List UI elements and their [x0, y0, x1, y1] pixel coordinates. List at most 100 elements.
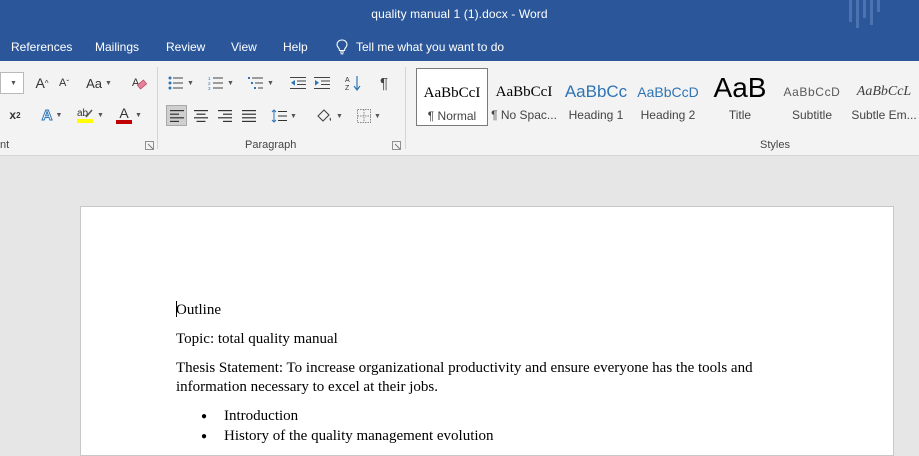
- tab-review[interactable]: Review: [166, 40, 205, 54]
- ribbon-tabs: References Mailings Review View Help Tel…: [0, 32, 919, 61]
- paragraph-group-label: Paragraph: [245, 139, 297, 151]
- doc-thesis[interactable]: Thesis Statement: To increase organizati…: [176, 359, 816, 397]
- highlight-color-button[interactable]: ab ▼: [74, 104, 106, 126]
- document-page[interactable]: Outline Topic: total quality manual Thes…: [80, 206, 894, 456]
- document-body[interactable]: Outline Topic: total quality manual Thes…: [176, 301, 816, 447]
- style-preview: AaBbCcD: [783, 85, 841, 99]
- caret-down-small-icon: ˇ: [66, 78, 69, 88]
- numbering-button[interactable]: 1 2 3 ▼: [204, 72, 238, 94]
- chevron-down-icon: ▼: [135, 111, 142, 119]
- clear-formatting-button[interactable]: A: [128, 72, 150, 94]
- change-case-button[interactable]: Aa ▼: [82, 72, 116, 94]
- chevron-down-icon: ▼: [267, 79, 274, 87]
- font-color-swatch: [116, 120, 133, 124]
- font-size-dropdown[interactable]: ▼: [0, 72, 24, 94]
- superscript-label: x: [9, 108, 17, 122]
- numbered-list-icon: 1 2 3: [208, 76, 224, 90]
- bullets-button[interactable]: ▼: [166, 72, 196, 94]
- decrease-indent-button[interactable]: [287, 72, 309, 94]
- style-normal[interactable]: AaBbCcI ¶ Normal: [416, 68, 488, 126]
- sort-icon: A Z: [345, 76, 361, 92]
- text-effects-button[interactable]: A ▼: [36, 104, 68, 126]
- grow-font-label: A: [35, 75, 45, 91]
- multilevel-list-icon: [248, 77, 264, 89]
- justify-icon: [241, 110, 256, 122]
- style-name: Subtitle: [791, 108, 833, 122]
- tab-view[interactable]: View: [231, 40, 257, 54]
- styles-gallery: AaBbCcI ¶ Normal AaBbCcI ¶ No Spac... Aa…: [414, 68, 919, 128]
- font-group-label: nt: [0, 139, 10, 151]
- list-item[interactable]: History of the quality management evolut…: [201, 427, 816, 446]
- align-left-icon: [169, 109, 184, 122]
- chevron-down-icon: ▼: [10, 79, 17, 87]
- style-subtitle[interactable]: AaBbCcD Subtitle: [776, 68, 848, 126]
- style-name: Title: [728, 108, 752, 122]
- eraser-icon: A: [132, 77, 147, 90]
- style-preview: AaBbCcI: [495, 84, 553, 100]
- doc-topic[interactable]: Topic: total quality manual: [176, 330, 816, 349]
- style-title[interactable]: AaB Title: [704, 68, 776, 126]
- style-preview: AaBbCc: [564, 82, 628, 101]
- lightbulb-icon: [336, 39, 348, 55]
- line-spacing-button[interactable]: ▼: [268, 105, 300, 127]
- styles-group-label: Styles: [760, 139, 790, 151]
- align-right-icon: [217, 110, 232, 122]
- tab-help[interactable]: Help: [283, 40, 308, 54]
- font-color-label: A: [119, 105, 129, 121]
- font-color-icon: A: [116, 105, 133, 124]
- align-center-button[interactable]: [190, 105, 211, 127]
- style-heading-2[interactable]: AaBbCcD Heading 2: [632, 68, 704, 126]
- style-preview: AaBbCcL: [856, 84, 912, 99]
- increase-indent-button[interactable]: [311, 72, 333, 94]
- tab-references[interactable]: References: [11, 40, 72, 54]
- chevron-down-icon: ▼: [374, 112, 381, 120]
- superscript-two-icon: 2: [16, 110, 21, 120]
- shrink-font-button[interactable]: Aˇ: [54, 72, 74, 94]
- svg-text:3: 3: [208, 86, 211, 90]
- doc-heading[interactable]: Outline: [176, 301, 816, 320]
- svg-text:A: A: [345, 77, 350, 84]
- tell-me-box[interactable]: Tell me what you want to do: [336, 38, 504, 56]
- style-heading-1[interactable]: AaBbCc Heading 1: [560, 68, 632, 126]
- caret-up-icon: ^: [44, 78, 49, 88]
- ribbon: ▼ A ^ Aˇ Aa ▼ A x2 A ▼ ab ▼ A ▼ nt ▼ 1 2…: [0, 61, 919, 156]
- style-name: Heading 2: [640, 108, 696, 122]
- superscript-button[interactable]: x2: [7, 104, 23, 126]
- style-preview: AaB: [713, 72, 767, 103]
- line-spacing-icon: [271, 109, 288, 123]
- style-name: ¶ Normal: [427, 109, 477, 123]
- grow-font-button[interactable]: A ^: [31, 72, 53, 94]
- style-name: ¶ No Spac...: [491, 108, 557, 122]
- highlighter-icon: ab: [77, 108, 94, 123]
- style-no-spacing[interactable]: AaBbCcI ¶ No Spac...: [488, 68, 560, 126]
- doc-heading-text: Outline: [176, 302, 221, 318]
- font-color-button[interactable]: A ▼: [113, 104, 145, 126]
- style-preview: AaBbCcD: [637, 84, 699, 100]
- align-right-button[interactable]: [214, 105, 235, 127]
- style-name: Subtle Em...: [851, 108, 917, 122]
- chevron-down-icon: ▼: [187, 79, 194, 87]
- align-left-button[interactable]: [166, 105, 187, 126]
- sort-button[interactable]: A Z: [342, 72, 364, 94]
- multilevel-list-button[interactable]: ▼: [244, 72, 278, 94]
- svg-text:Z: Z: [345, 85, 350, 92]
- chevron-down-icon: ▼: [336, 112, 343, 120]
- borders-icon: [357, 109, 372, 123]
- style-preview: AaBbCcI: [423, 85, 481, 101]
- justify-button[interactable]: [238, 105, 259, 127]
- title-bar: quality manual 1 (1).docx - Word: [0, 0, 919, 32]
- style-subtle-emphasis[interactable]: AaBbCcL Subtle Em...: [848, 68, 919, 126]
- font-dialog-launcher-icon[interactable]: [145, 141, 154, 150]
- chevron-down-icon: ▼: [97, 111, 104, 119]
- show-formatting-button[interactable]: ¶: [373, 72, 395, 94]
- paragraph-dialog-launcher-icon[interactable]: [392, 141, 401, 150]
- borders-button[interactable]: ▼: [352, 105, 386, 127]
- pilcrow-icon: ¶: [379, 74, 389, 92]
- paint-bucket-icon: [317, 109, 332, 122]
- tab-mailings[interactable]: Mailings: [95, 40, 139, 54]
- list-item[interactable]: Introduction: [201, 407, 816, 426]
- shading-button[interactable]: ▼: [312, 105, 346, 127]
- group-separator: [157, 67, 158, 149]
- chevron-down-icon: ▼: [104, 79, 112, 87]
- titlebar-decoration-icon: [849, 0, 880, 28]
